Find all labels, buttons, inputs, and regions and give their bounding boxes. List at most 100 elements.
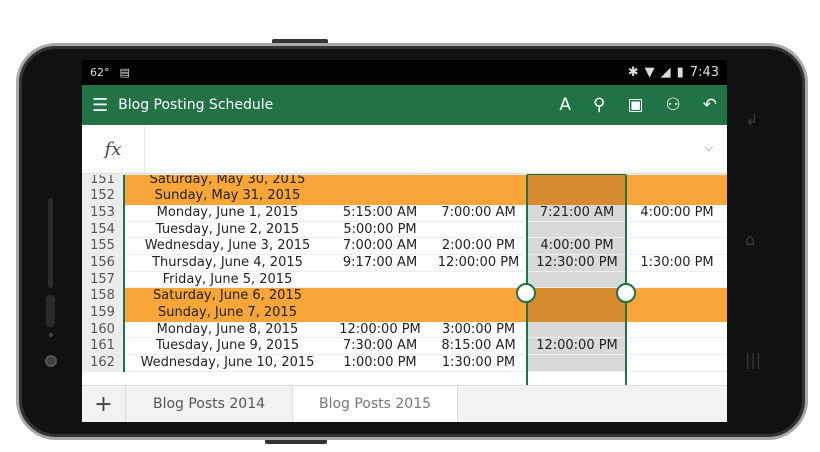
cell-b[interactable]: 7:30:00 AM	[330, 338, 430, 356]
cell-e[interactable]: 4:00:00 PM	[627, 205, 727, 222]
home-softkey-icon[interactable]: ⌂	[745, 230, 755, 249]
row-number[interactable]: 156	[82, 254, 125, 272]
cell-d[interactable]: 7:21:00 AM	[527, 204, 627, 222]
cell-b[interactable]	[330, 288, 430, 305]
cell-d[interactable]	[527, 321, 627, 339]
fx-icon[interactable]: fx	[82, 125, 145, 173]
cell-e[interactable]	[627, 272, 727, 289]
cell-a[interactable]: Tuesday, June 9, 2015	[125, 338, 330, 356]
row-number[interactable]: 160	[82, 321, 125, 339]
back-softkey-icon[interactable]: ↲	[745, 110, 758, 129]
cell-a[interactable]: Monday, June 1, 2015	[125, 205, 330, 222]
sheet-tab-2015[interactable]: Blog Posts 2015	[293, 386, 458, 422]
cell-e[interactable]	[627, 338, 727, 356]
cell-b[interactable]: 7:00:00 AM	[330, 238, 430, 255]
cell-e[interactable]	[627, 238, 727, 255]
search-icon[interactable]: ⚲	[593, 95, 605, 115]
cell-a[interactable]: Wednesday, June 3, 2015	[125, 238, 330, 255]
battery-icon: ▮	[676, 65, 684, 80]
cell-b[interactable]: 9:17:00 AM	[330, 255, 430, 272]
cell-c[interactable]: 8:15:00 AM	[430, 338, 527, 356]
cell-e[interactable]	[627, 188, 727, 205]
cell-b[interactable]	[330, 272, 430, 289]
save-icon[interactable]: ▣	[627, 95, 643, 115]
sheet-tabs: + Blog Posts 2014 Blog Posts 2015	[82, 385, 727, 422]
add-sheet-button[interactable]: +	[82, 386, 126, 422]
row-number[interactable]: 155	[82, 238, 125, 255]
cell-c[interactable]: 3:00:00 PM	[430, 322, 527, 339]
cell-a[interactable]: Wednesday, June 10, 2015	[125, 355, 330, 372]
cell-b[interactable]	[330, 175, 430, 188]
camera	[45, 355, 57, 367]
screen: 62° ▤ ✱ ▼ ◢ ▮ 7:43 ☰ Blog Posting Schedu…	[82, 60, 727, 422]
cell-c[interactable]: 12:00:00 PM	[430, 255, 527, 272]
cell-e[interactable]	[627, 288, 727, 305]
cell-d[interactable]	[527, 175, 627, 189]
menu-softkey-icon[interactable]: |||	[745, 350, 761, 369]
cell-a[interactable]: Saturday, May 30, 2015	[125, 175, 330, 188]
cell-d[interactable]	[527, 188, 627, 205]
cell-a[interactable]: Tuesday, June 2, 2015	[125, 222, 330, 239]
temperature: 62°	[90, 66, 110, 79]
cell-a[interactable]: Saturday, June 6, 2015	[125, 288, 330, 305]
app-bar: ☰ Blog Posting Schedule A ⚲ ▣ ⚇ ↶	[82, 85, 727, 125]
row-number[interactable]: 158	[82, 288, 125, 305]
format-icon[interactable]: A	[559, 95, 571, 115]
cell-a[interactable]: Sunday, May 31, 2015	[125, 188, 330, 205]
row-number[interactable]: 159	[82, 305, 125, 322]
row-number[interactable]: 154	[82, 221, 125, 239]
cell-a[interactable]: Monday, June 8, 2015	[125, 322, 330, 339]
cell-c[interactable]: 7:00:00 AM	[430, 205, 527, 222]
cell-c[interactable]	[430, 175, 527, 188]
cell-d[interactable]	[527, 271, 627, 289]
cell-c[interactable]: 1:30:00 PM	[430, 355, 527, 372]
cell-e[interactable]	[627, 175, 727, 188]
cell-e[interactable]: 1:30:00 PM	[627, 255, 727, 272]
cell-e[interactable]	[627, 355, 727, 372]
cell-c[interactable]	[430, 288, 527, 305]
row-number[interactable]: 157	[82, 271, 125, 289]
signal-icon: ◢	[660, 65, 671, 80]
cell-b[interactable]: 1:00:00 PM	[330, 355, 430, 372]
cell-d[interactable]: 12:30:00 PM	[527, 254, 627, 272]
row-number[interactable]: 162	[82, 355, 125, 372]
row-number[interactable]: 153	[82, 204, 125, 222]
row-number[interactable]: 151	[82, 175, 125, 189]
cell-b[interactable]: 5:15:00 AM	[330, 205, 430, 222]
formula-input[interactable]: ⌵	[145, 125, 727, 173]
cell-d[interactable]	[527, 355, 627, 372]
cell-b[interactable]: 5:00:00 PM	[330, 222, 430, 239]
cell-c[interactable]	[430, 188, 527, 205]
status-bar: 62° ▤ ✱ ▼ ◢ ▮ 7:43	[82, 60, 727, 85]
cell-a[interactable]: Sunday, June 7, 2015	[125, 305, 330, 322]
row-number[interactable]: 152	[82, 188, 125, 205]
table-row: 162 Wednesday, June 10, 2015 1:00:00 PM 1:3…	[82, 355, 727, 372]
cell-b[interactable]	[330, 305, 430, 322]
chevron-down-icon[interactable]: ⌵	[705, 141, 713, 155]
cell-e[interactable]	[627, 222, 727, 239]
selection-handle-left[interactable]	[516, 283, 536, 303]
undo-icon[interactable]: ↶	[703, 95, 717, 115]
cell-d[interactable]	[527, 288, 627, 305]
cell-b[interactable]	[330, 188, 430, 205]
selection-handle-right[interactable]	[616, 283, 636, 303]
row-number[interactable]: 161	[82, 338, 125, 356]
cell-d[interactable]	[527, 305, 627, 322]
cell-d[interactable]	[527, 221, 627, 239]
spreadsheet-grid[interactable]: 151 Saturday, May 30, 2015 152 Sunday, May …	[82, 175, 727, 386]
cell-b[interactable]: 12:00:00 PM	[330, 322, 430, 339]
cell-d[interactable]: 12:00:00 PM	[527, 338, 627, 356]
cell-e[interactable]	[627, 322, 727, 339]
cell-e[interactable]	[627, 305, 727, 322]
cell-c[interactable]	[430, 272, 527, 289]
cell-c[interactable]	[430, 222, 527, 239]
cell-a[interactable]: Thursday, June 4, 2015	[125, 255, 330, 272]
cell-c[interactable]: 2:00:00 PM	[430, 238, 527, 255]
home-button	[46, 295, 55, 327]
hamburger-menu-icon[interactable]: ☰	[92, 95, 108, 116]
share-user-icon[interactable]: ⚇	[666, 95, 681, 115]
sheet-tab-2014[interactable]: Blog Posts 2014	[126, 386, 293, 422]
cell-d[interactable]: 4:00:00 PM	[527, 238, 627, 255]
cell-c[interactable]	[430, 305, 527, 322]
cell-a[interactable]: Friday, June 5, 2015	[125, 272, 330, 289]
